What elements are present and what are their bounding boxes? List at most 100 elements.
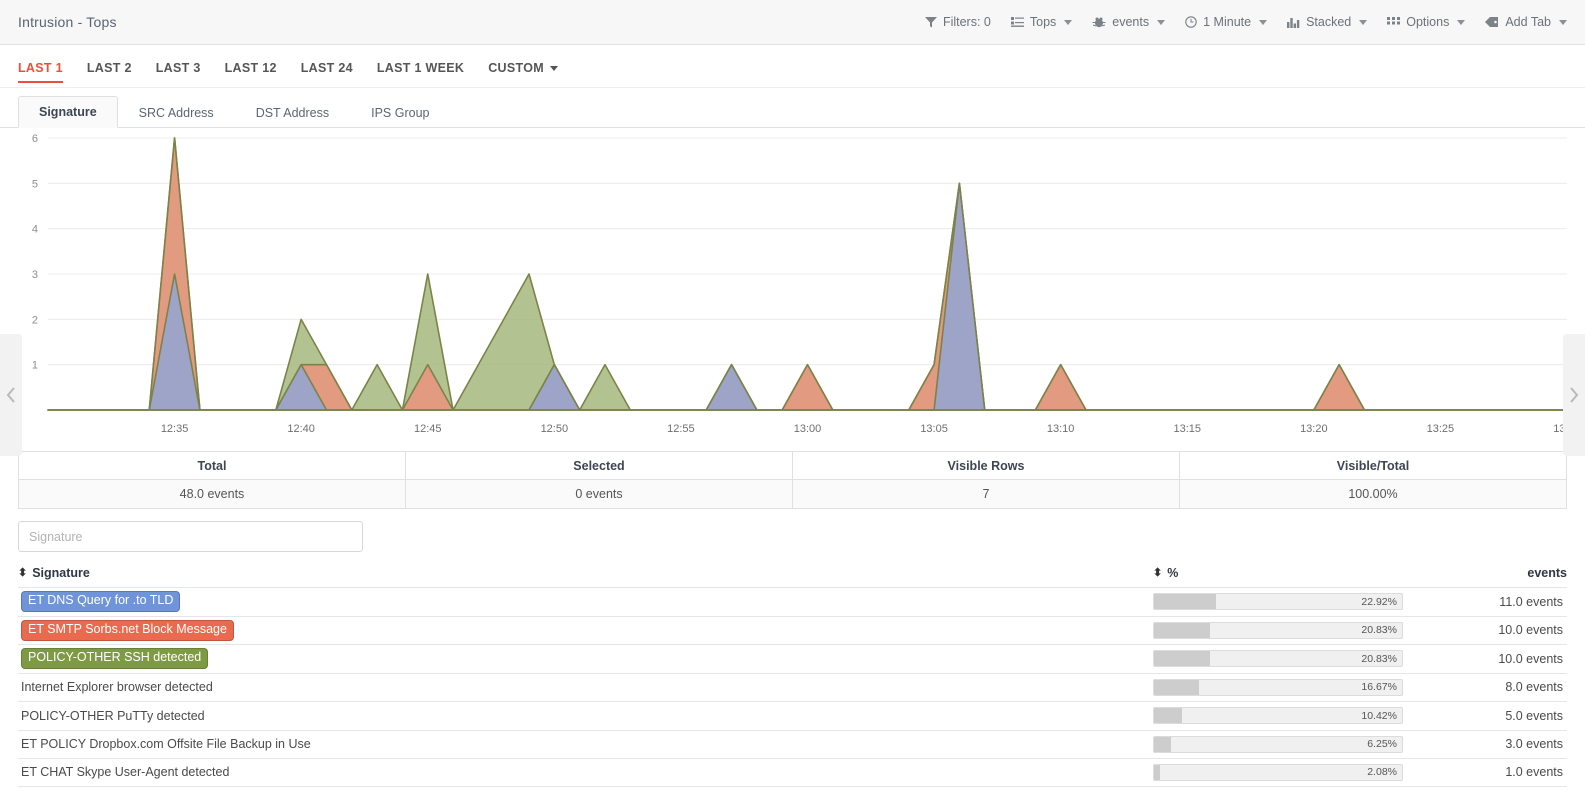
chevron-down-icon [1259,19,1268,25]
range-tab-last-1-week[interactable]: LAST 1 WEEK [377,61,464,83]
toolbar-label: 1 Minute [1203,15,1252,29]
signature-table: ⬍ Signature ⬍ % events ET DNS Query for … [18,566,1567,787]
cell-percent: 22.92% [1153,593,1403,611]
range-tab-custom[interactable]: CUSTOM [488,61,558,83]
percent-bar-fill [1154,594,1216,610]
list-icon [1010,16,1024,28]
svg-text:13:05: 13:05 [920,423,948,435]
table-row[interactable]: POLICY-OTHER SSH detected 20.83% 10.0 even… [18,644,1567,673]
table-row[interactable]: POLICY-OTHER PuTTy detected 10.42% 5.0 eve… [18,701,1567,730]
percent-bar: 22.92% [1153,593,1403,611]
signature-badge[interactable]: ET SMTP Sorbs.net Block Message [21,619,234,641]
cell-events: 5.0 events [1505,708,1563,723]
table-body: ET DNS Query for .to TLD 22.92% 11.0 event… [18,587,1567,787]
toolbar-tops-button[interactable]: Tops [1010,15,1073,29]
svg-text:13:20: 13:20 [1300,423,1328,435]
signature-filter-input[interactable] [18,521,363,552]
range-tab-last-1[interactable]: LAST 1 [18,61,63,83]
column-header-events[interactable]: events [1403,566,1567,580]
table-row[interactable]: ET POLICY Dropbox.com Offsite File Backu… [18,729,1567,759]
svg-text:12:50: 12:50 [541,423,569,435]
time-range-tabs: LAST 1 LAST 2 LAST 3 LAST 12 LAST 24 LAST 1 W… [0,45,1585,88]
chevron-right-icon [1570,387,1579,403]
svg-text:13:25: 13:25 [1427,423,1455,435]
cell-percent: 6.25% [1153,735,1403,753]
svg-text:13:10: 13:10 [1047,423,1075,435]
percent-label: 16.67% [1361,681,1397,694]
toolbar-1-minute-button[interactable]: 1 Minute [1185,15,1268,29]
chevron-left-icon [6,387,15,403]
chart-next-button[interactable] [1563,334,1585,456]
toolbar-stacked-button[interactable]: Stacked [1287,15,1368,29]
toolbar-label: Filters: 0 [942,15,991,29]
range-tab-last-12[interactable]: LAST 12 [225,61,277,83]
percent-label: 20.83% [1361,624,1397,637]
svg-text:12:55: 12:55 [667,423,695,435]
column-header-percent[interactable]: ⬍ % [1153,566,1403,580]
cell-events: 10.0 events [1498,623,1563,638]
signature-badge[interactable]: ET DNS Query for .to TLD [21,591,181,613]
timeline-chart[interactable]: 1 2 3 4 5 6 12:35 12:40 12:45 12:50 12:55 13:00 13:0… [0,128,1585,456]
column-header-signature[interactable]: ⬍ Signature [18,566,1153,580]
range-tab-last-3[interactable]: LAST 3 [156,61,201,83]
column-label-percent: % [1167,566,1179,580]
percent-bar: 10.42% [1153,707,1403,725]
stat-value: 0 events [406,480,792,508]
table-row[interactable]: ET CHAT Skype User-Agent detected 2.08% 1.… [18,758,1567,787]
signature-badge[interactable]: POLICY-OTHER SSH detected [21,648,209,670]
tab-ips-group[interactable]: IPS Group [350,97,450,128]
stat-header: Visible/Total [1180,452,1566,480]
cell-events: 1.0 events [1505,765,1563,780]
cell-events: 11.0 events [1499,594,1563,609]
chevron-down-icon [549,65,558,71]
range-tab-last-24[interactable]: LAST 24 [301,61,353,83]
stat-value: 48.0 events [19,480,405,508]
tab-signature[interactable]: Signature [18,96,118,128]
cell-percent: 2.08% [1153,763,1403,781]
cell-events: 3.0 events [1505,737,1563,752]
chevron-down-icon [1559,19,1567,25]
cell-signature: ET POLICY Dropbox.com Offsite File Backu… [21,737,311,752]
sort-icon[interactable]: ⬍ [18,567,27,579]
tag-icon [1485,16,1499,28]
cell-events: 10.0 events [1498,651,1563,666]
grid-icon [1387,16,1401,28]
chart-prev-button[interactable] [0,334,22,456]
sort-icon[interactable]: ⬍ [1153,567,1162,579]
svg-text:13:00: 13:00 [794,423,822,435]
bug-icon [1092,16,1106,28]
tab-dst-address[interactable]: DST Address [235,97,350,128]
cell-signature: ET CHAT Skype User-Agent detected [21,765,230,780]
cell-percent: 16.67% [1153,678,1403,696]
percent-bar: 16.67% [1153,678,1403,696]
svg-text:6: 6 [32,133,38,145]
percent-label: 10.42% [1361,709,1397,722]
stat-value: 7 [793,480,1179,508]
table-row[interactable]: ET SMTP Sorbs.net Block Message 20.83% 10.… [18,615,1567,645]
toolbar-label: Options [1406,15,1450,29]
stat-header: Selected [406,452,792,480]
chart-canvas[interactable]: 1 2 3 4 5 6 12:35 12:40 12:45 12:50 12:55 13:00 13:0… [0,128,1585,443]
percent-bar-fill [1154,736,1171,752]
cell-percent: 10.42% [1153,707,1403,725]
range-tab-last-2[interactable]: LAST 2 [87,61,132,83]
percent-label: 22.92% [1361,595,1397,608]
toolbar-events-button[interactable]: events [1092,15,1166,29]
toolbar-filters-0-button[interactable]: Filters: 0 [924,15,991,29]
toolbar-label: events [1112,15,1150,29]
clock-icon [1185,16,1197,28]
toolbar-label: Tops [1029,15,1057,29]
table-row[interactable]: ET DNS Query for .to TLD 22.92% 11.0 event… [18,587,1567,616]
cell-percent: 20.83% [1153,621,1403,639]
stat-visible-rows: Visible Rows 7 [793,452,1180,508]
percent-label: 20.83% [1361,652,1397,665]
tab-src-address[interactable]: SRC Address [118,97,235,128]
toolbar: Filters: 0 Tops events 1 Minute Stacked Optio… [924,15,1567,29]
table-row[interactable]: Internet Explorer browser detected 16.67%… [18,672,1567,702]
toolbar-options-button[interactable]: Options [1387,15,1466,29]
svg-text:2: 2 [32,314,38,326]
app-header: Intrusion - Tops Filters: 0 Tops events 1 M… [0,0,1585,45]
cell-signature: ET DNS Query for .to TLD [18,591,1153,613]
toolbar-add-tab-button[interactable]: Add Tab [1485,15,1567,29]
page-title: Intrusion - Tops [18,14,117,30]
